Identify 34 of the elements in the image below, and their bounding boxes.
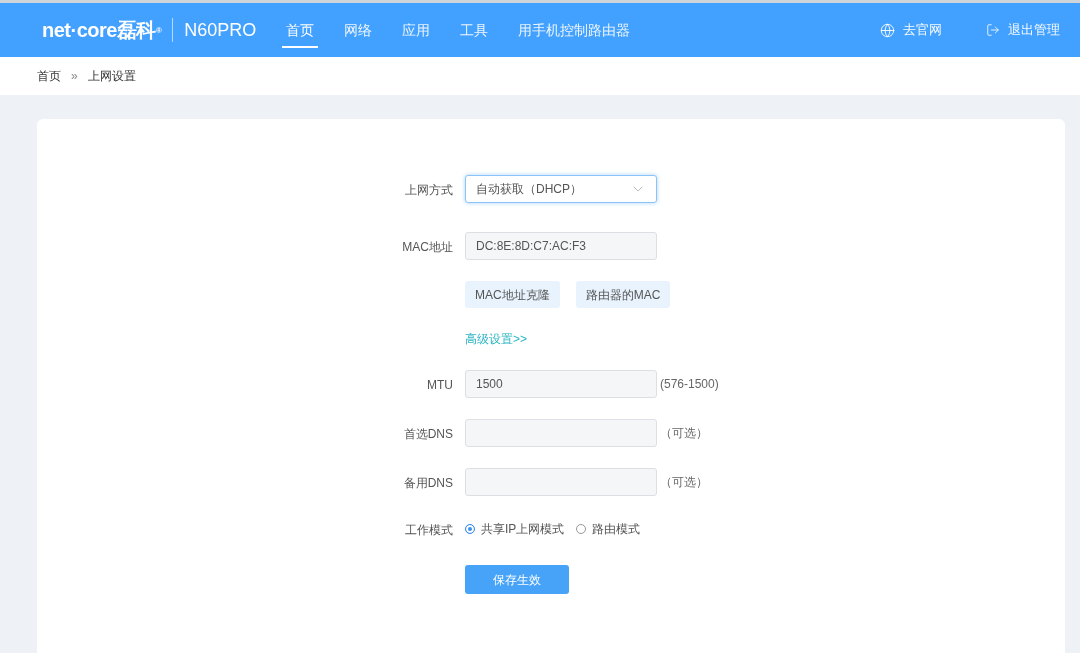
field-label: 备用DNS [403, 476, 453, 490]
hint-text: （可选） [660, 474, 708, 491]
current-page-label: 上网设置 [87, 68, 136, 85]
field-label: 首选DNS [403, 427, 453, 441]
hint-text: （可选） [660, 425, 708, 442]
nav-tab[interactable]: 用手机控制路由器 [514, 12, 635, 48]
breadcrumb-separator: » [71, 68, 78, 85]
nav-tab[interactable]: 首页 [282, 12, 319, 48]
secondary-button[interactable]: MAC地址克隆 [465, 281, 560, 308]
header-link[interactable]: 退出管理 [986, 20, 1060, 40]
field-label: MAC地址 [402, 240, 453, 254]
hint-text: (576-1500) [660, 376, 719, 393]
select-field[interactable]: 自动获取（DHCP） [465, 175, 657, 203]
globe-icon [880, 22, 895, 38]
model-name: N60PRO [184, 18, 257, 42]
secondary-button[interactable]: 路由器的MAC [575, 281, 671, 308]
nav-tab[interactable]: 应用 [398, 12, 435, 48]
radio-option[interactable]: 共享IP上网模式 [465, 520, 565, 538]
save-button[interactable]: 保存生效 [465, 565, 569, 594]
advanced-settings-link[interactable]: 高级设置>> [465, 330, 527, 348]
input-field[interactable] [465, 419, 657, 447]
field-label: MTU [427, 378, 453, 392]
field-label: 工作模式 [405, 523, 453, 537]
input-field[interactable] [465, 468, 657, 496]
field-label: 上网方式 [405, 183, 453, 197]
nav-tab[interactable]: 网络 [340, 12, 377, 48]
header-link[interactable]: 去官网 [880, 20, 942, 40]
input-field[interactable]: 1500 [465, 370, 657, 398]
logout-icon [986, 23, 1000, 37]
nav-tab[interactable]: 工具 [456, 12, 493, 48]
input-field[interactable]: DC:8E:8D:C7:AC:F3 [465, 232, 657, 260]
breadcrumb-link[interactable]: 首页 [37, 67, 61, 85]
brand-logo: net·core磊科$^{®}$ [42, 18, 162, 43]
radio-option[interactable]: 路由模式 [576, 520, 641, 538]
